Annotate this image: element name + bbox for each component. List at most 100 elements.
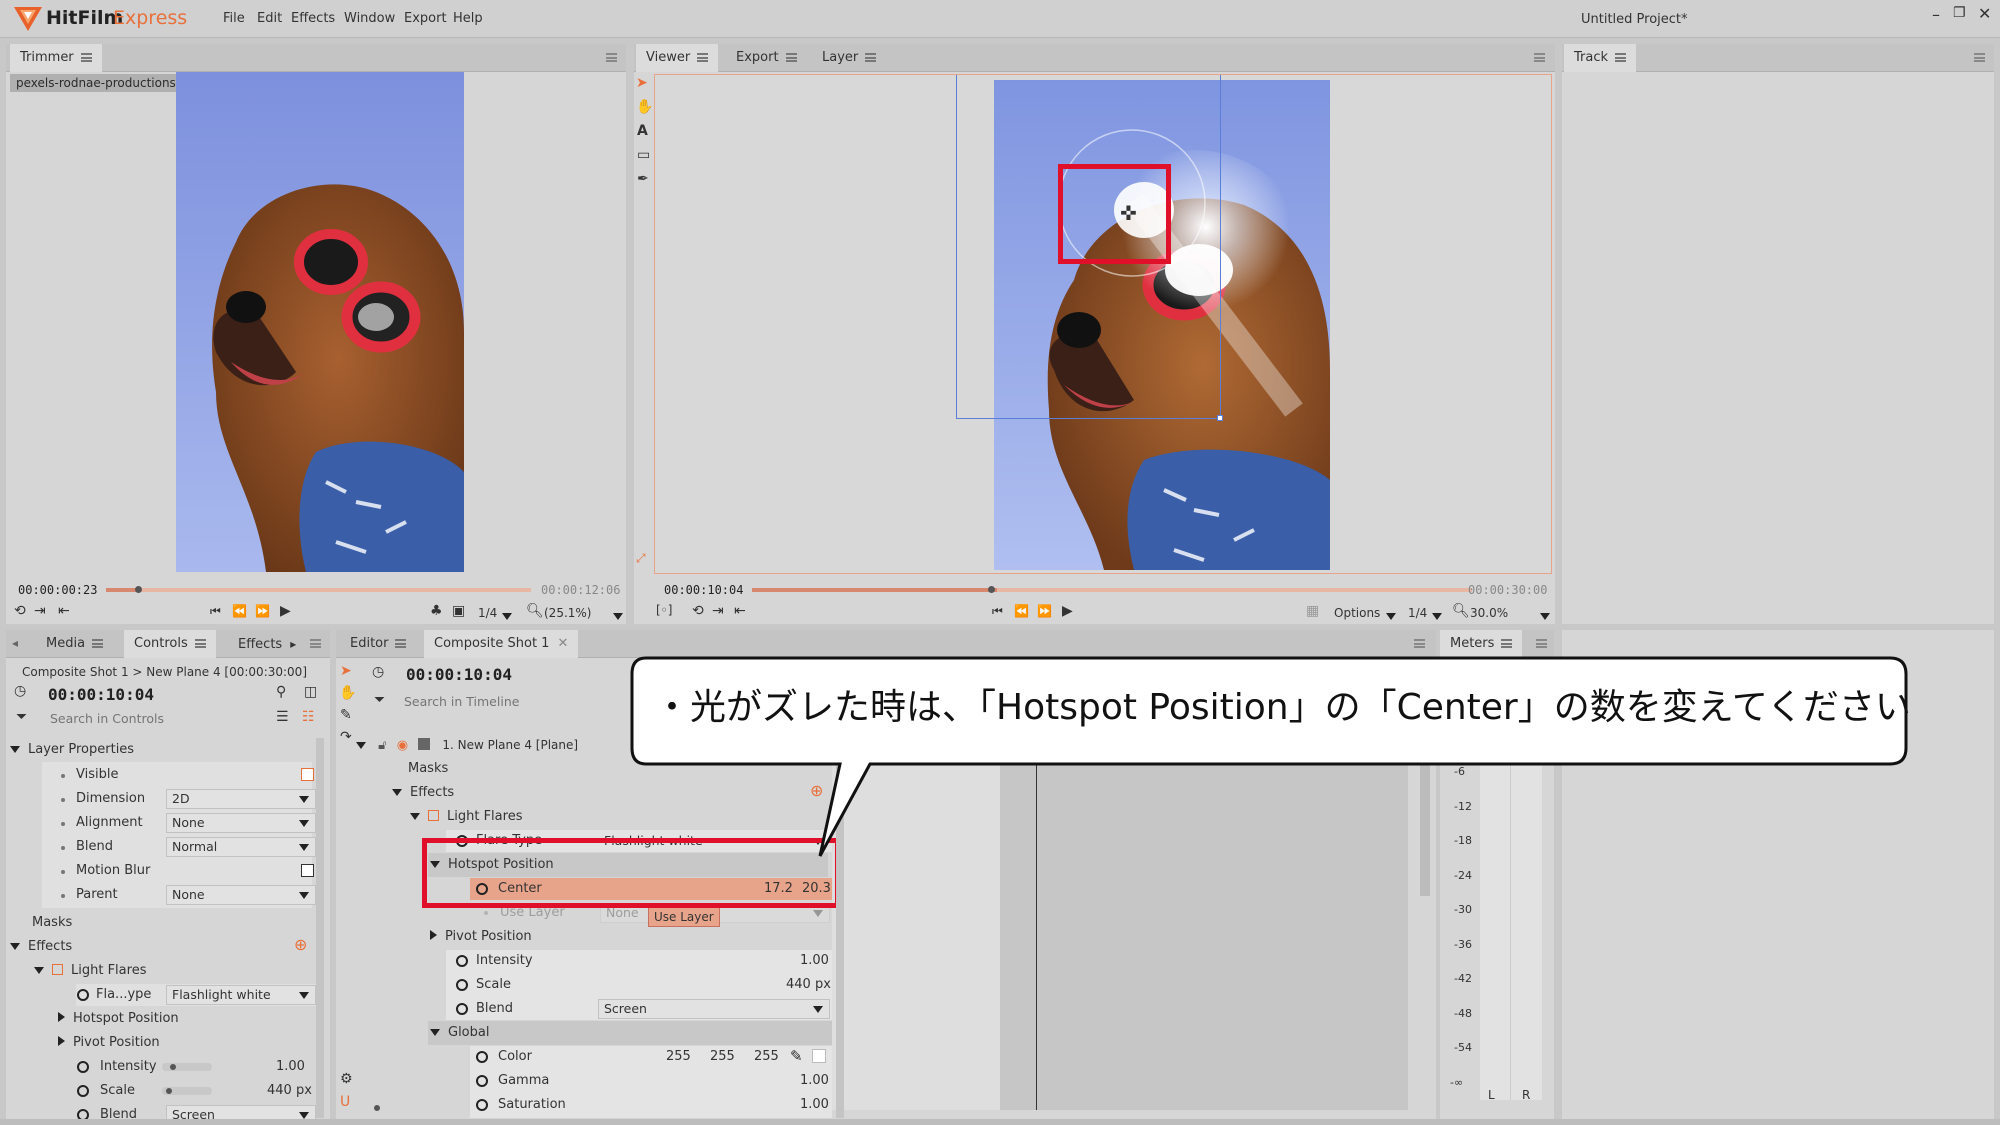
keyframe-icon[interactable] <box>456 979 468 991</box>
chevron-down-icon[interactable] <box>1386 613 1396 620</box>
add-effect-icon[interactable]: ⊕ <box>294 935 307 954</box>
loop-icon[interactable]: ⟲ <box>692 604 704 618</box>
restore-icon[interactable]: ❐ <box>1953 5 1966 21</box>
step-back-icon[interactable]: ⏪ <box>1014 605 1029 617</box>
go-start-icon[interactable]: ⏮ <box>992 605 1003 617</box>
panel-menu-icon[interactable] <box>1536 639 1547 648</box>
hand-tool-icon[interactable]: ✋ <box>636 100 653 114</box>
tab-menu-icon[interactable] <box>395 639 407 648</box>
horizontal-scrollbar[interactable] <box>366 1105 1166 1111</box>
close-icon[interactable]: ✕ <box>1978 4 1991 23</box>
visibility-eye-icon[interactable]: ◉ <box>397 738 408 753</box>
tab-track[interactable]: Track <box>1564 44 1637 72</box>
viewer-playhead[interactable] <box>988 586 995 593</box>
tab-menu-icon[interactable] <box>1615 53 1627 62</box>
tabs-scroll-left-icon[interactable]: ◂ <box>12 636 18 650</box>
layer-properties-group[interactable]: Layer Properties <box>10 738 310 762</box>
intensity-slider[interactable] <box>162 1063 212 1071</box>
masks-label[interactable]: Masks <box>408 757 448 781</box>
insert-icon[interactable]: ⇥ <box>34 604 46 618</box>
global-group[interactable]: Global <box>428 1021 832 1045</box>
chevron-down-icon[interactable] <box>613 613 623 620</box>
panel-menu-icon[interactable] <box>310 639 321 648</box>
rectangle-tool-icon[interactable]: ▭ <box>637 148 650 162</box>
effects-group[interactable]: Effects <box>10 935 310 959</box>
viewer-resolution[interactable]: 1/4 <box>1408 606 1427 620</box>
visible-checkbox[interactable] <box>301 768 314 781</box>
scale-value[interactable]: 440 px <box>267 1079 312 1103</box>
scale-value[interactable]: 440 px <box>786 973 831 997</box>
lock-icon[interactable]: 🔓︎ <box>378 738 386 753</box>
gamma-value[interactable]: 1.00 <box>800 1069 829 1093</box>
tab-menu-icon[interactable] <box>1501 639 1513 648</box>
trimmer-playhead[interactable] <box>135 586 142 593</box>
menu-edit[interactable]: Edit <box>257 11 282 26</box>
keyframe-icon[interactable] <box>456 955 468 967</box>
tab-controls[interactable]: Controls <box>124 630 216 658</box>
hotspot-position-group[interactable]: Hotspot Position <box>58 1007 179 1031</box>
tab-menu-icon[interactable] <box>80 53 92 62</box>
zoom-icon[interactable]: 🔍︎ <box>1452 604 1470 618</box>
tab-menu-icon[interactable] <box>697 53 709 62</box>
detail-view-icon[interactable]: ☷ <box>302 710 315 724</box>
search-timeline-input[interactable] <box>394 690 614 712</box>
loop-icon[interactable]: ⟲ <box>14 604 26 618</box>
hand-tool-icon[interactable]: ✋ <box>339 686 356 700</box>
trimmer-resolution[interactable]: 1/4 <box>478 606 497 620</box>
split-icon[interactable]: ◫ <box>304 685 317 699</box>
scale-slider[interactable] <box>162 1087 212 1095</box>
keyframe-icon[interactable] <box>476 1051 488 1063</box>
tab-trimmer[interactable]: Trimmer <box>10 44 102 72</box>
parent-dropdown[interactable]: None <box>166 885 316 905</box>
minimize-icon[interactable]: – <box>1932 5 1940 24</box>
layer-handle[interactable] <box>1217 415 1223 421</box>
blend-effect-dropdown[interactable]: Screen <box>166 1105 316 1122</box>
search-controls-input[interactable] <box>34 708 234 728</box>
snap-magnet-icon[interactable]: U <box>340 1095 350 1109</box>
pivot-position-group[interactable]: Pivot Position <box>428 925 532 949</box>
menu-effects[interactable]: Effects <box>291 11 335 26</box>
color-r-value[interactable]: 255 <box>666 1045 691 1069</box>
menu-export[interactable]: Export <box>404 11 447 26</box>
tab-menu-icon[interactable] <box>92 639 104 648</box>
play-icon[interactable]: ▶ <box>1062 604 1073 618</box>
slip-tool-icon[interactable]: ↷ <box>340 730 352 744</box>
tab-editor[interactable]: Editor <box>340 630 416 658</box>
color-swatch[interactable] <box>812 1049 826 1063</box>
insert-icon[interactable]: ⇥ <box>712 604 724 618</box>
motion-blur-checkbox[interactable] <box>301 864 314 877</box>
audio-icon[interactable]: ♣ <box>430 604 443 618</box>
intensity-value[interactable]: 1.00 <box>276 1055 305 1079</box>
step-forward-icon[interactable]: ⏩ <box>1037 605 1052 617</box>
close-tab-icon[interactable]: ✕ <box>557 636 568 651</box>
play-icon[interactable]: ▶ <box>280 604 291 618</box>
go-start-icon[interactable]: ⏮ <box>210 605 221 617</box>
tab-menu-icon[interactable] <box>785 53 797 62</box>
pin-icon[interactable]: ⚲ <box>276 685 286 699</box>
tab-viewer[interactable]: Viewer <box>636 44 719 72</box>
select-tool-icon[interactable]: ➤ <box>636 76 648 90</box>
keyframe-icon[interactable] <box>456 1003 468 1015</box>
flare-type-dropdown[interactable]: Flashlight white <box>166 985 316 1005</box>
effect-enable-checkbox[interactable] <box>52 964 63 975</box>
tab-media[interactable]: Media <box>36 630 113 658</box>
chevron-down-icon[interactable] <box>1540 613 1550 620</box>
panel-menu-icon[interactable] <box>1414 639 1425 648</box>
list-view-icon[interactable]: ☰ <box>276 710 289 724</box>
eyedropper-icon[interactable]: ✎ <box>790 1047 803 1065</box>
masks-label[interactable]: Masks <box>32 911 72 935</box>
chevron-down-icon[interactable] <box>502 613 512 620</box>
filter-icon[interactable]: ⏷ <box>374 693 385 707</box>
color-b-value[interactable]: 255 <box>754 1045 779 1069</box>
light-flares-group[interactable]: Light Flares <box>34 959 314 983</box>
step-back-icon[interactable]: ⏪ <box>232 605 247 617</box>
fullscreen-icon[interactable]: ⤢ <box>636 552 646 564</box>
safe-area-icon[interactable]: [◦] <box>656 604 672 616</box>
panel-menu-icon[interactable] <box>1974 53 1985 62</box>
keyframe-icon[interactable] <box>77 1085 89 1097</box>
color-g-value[interactable]: 255 <box>710 1045 735 1069</box>
grid-icon[interactable]: ▦ <box>1306 604 1319 618</box>
blend-dropdown[interactable]: Normal <box>166 837 316 857</box>
text-tool-icon[interactable]: A <box>637 124 648 138</box>
filter-icon[interactable]: ⏷ <box>16 710 27 724</box>
